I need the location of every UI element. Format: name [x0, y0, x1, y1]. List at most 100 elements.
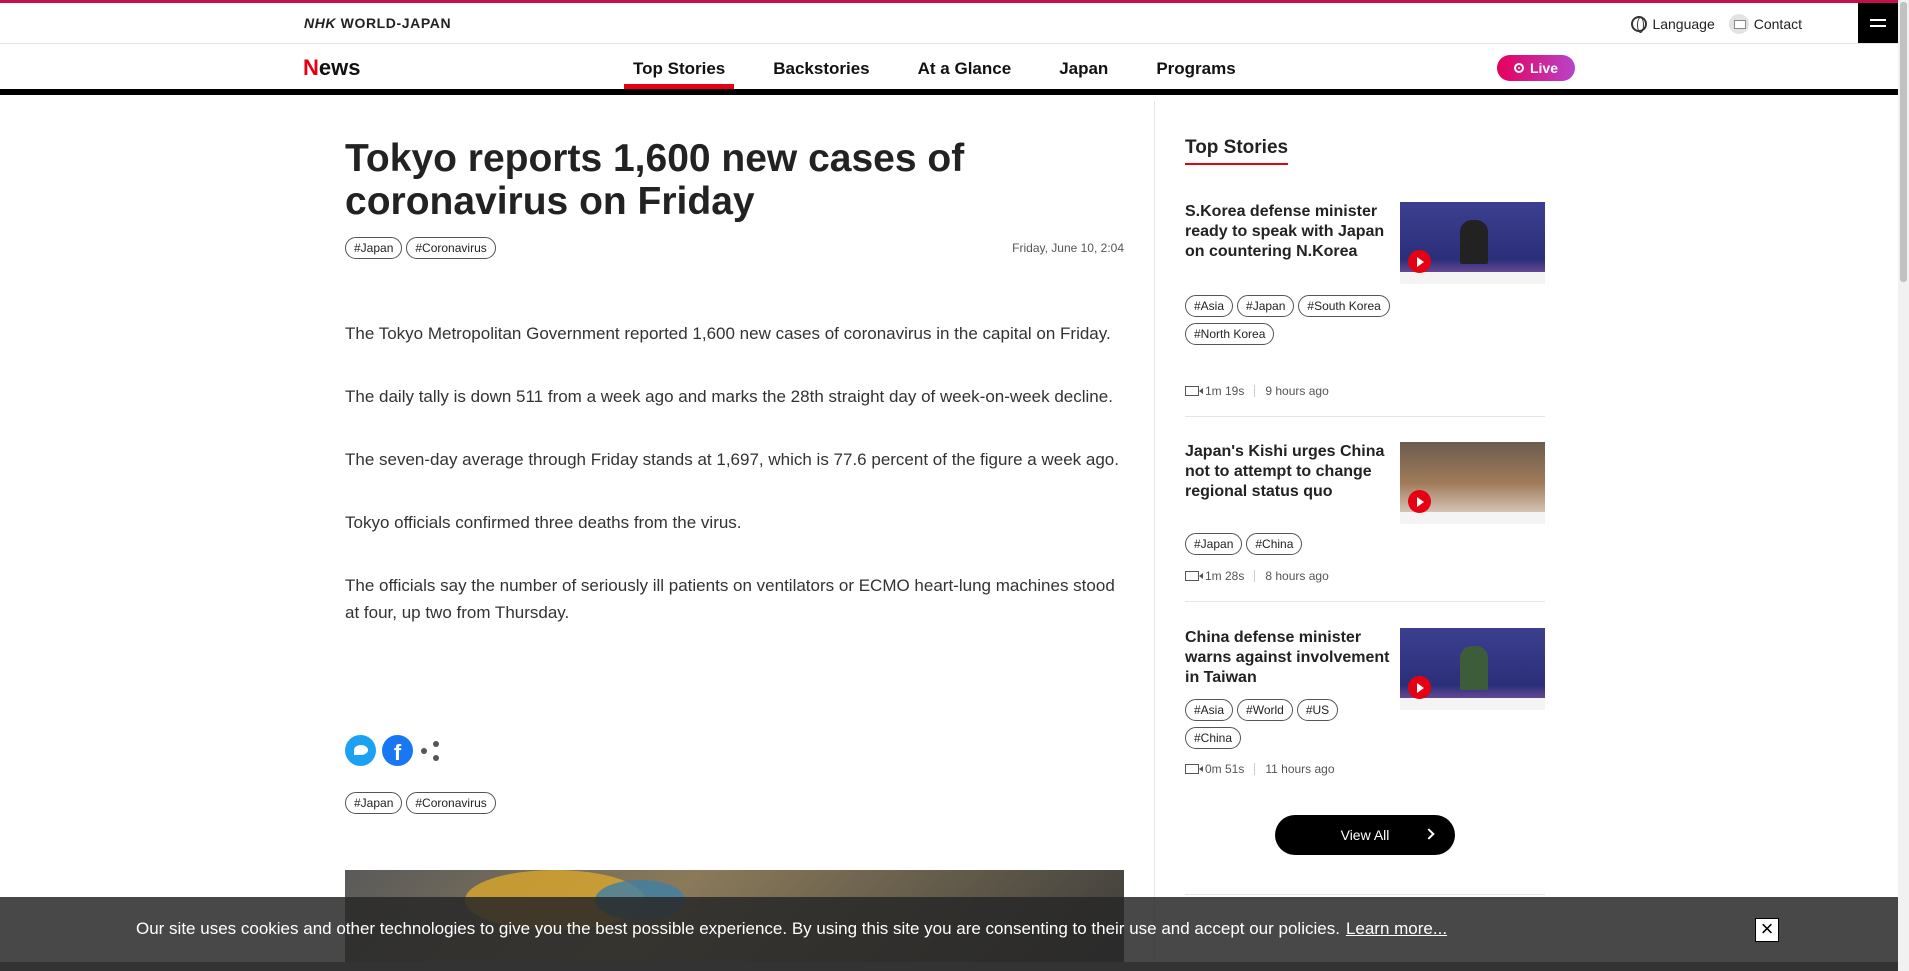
story-thumbnail[interactable]	[1400, 202, 1545, 284]
scrollbar-thumb[interactable]	[1900, 2, 1907, 282]
menu-icon-bar	[1870, 19, 1886, 21]
tag-asia[interactable]: #Asia	[1185, 699, 1234, 721]
contact-link[interactable]: Contact	[1728, 14, 1802, 34]
story-tags: #Asia #Japan #South Korea #North Korea	[1185, 295, 1390, 345]
broadcast-icon	[1513, 63, 1524, 73]
news-logo-n: N	[303, 55, 319, 80]
view-all-button[interactable]: View All	[1275, 815, 1455, 855]
video-icon	[1185, 386, 1203, 396]
close-cookie-button[interactable]: ×	[1755, 918, 1779, 942]
cookie-banner: Our site uses cookies and other technolo…	[0, 897, 1898, 962]
live-label: Live	[1529, 60, 1558, 76]
tag-us[interactable]: #US	[1296, 699, 1339, 721]
story-title[interactable]: S.Korea defense minister ready to speak …	[1185, 202, 1390, 262]
tag-china[interactable]: #China	[1246, 533, 1303, 555]
news-logo-rest: ews	[318, 55, 361, 80]
chevron-right-icon	[1423, 828, 1435, 840]
page-scrollbar[interactable]	[1898, 0, 1909, 971]
cookie-text: Our site uses cookies and other technolo…	[136, 919, 1340, 938]
tag-north-korea[interactable]: #North Korea	[1185, 323, 1275, 345]
learn-more-link[interactable]: Learn more...	[1346, 919, 1447, 938]
story-tags: #Japan #China	[1185, 533, 1390, 555]
page-content: Tokyo reports 1,600 new cases of coronav…	[0, 101, 1898, 971]
video-icon	[1185, 764, 1203, 774]
contact-label: Contact	[1753, 16, 1802, 32]
story-duration: 1m 28s	[1205, 569, 1245, 583]
tag-japan[interactable]: #Japan	[1237, 295, 1295, 317]
nav-tabs: Top Stories Backstories At a Glance Japa…	[624, 45, 1275, 89]
facebook-icon[interactable]: f	[382, 735, 413, 766]
thumbnail-person	[1460, 220, 1488, 264]
video-icon	[1185, 571, 1203, 581]
story-title[interactable]: Japan's Kishi urges China not to attempt…	[1185, 442, 1390, 502]
thumbnail-caption	[1400, 512, 1545, 524]
mail-icon	[1728, 14, 1749, 34]
brand-world-japan: WORLD-JAPAN	[340, 15, 452, 31]
share-buttons: f	[345, 735, 441, 766]
language-label: Language	[1652, 16, 1715, 32]
share-icon[interactable]	[419, 740, 441, 762]
share-icon-dot	[433, 754, 439, 761]
article-tags: #Japan #Coronavirus	[345, 237, 496, 259]
article-paragraph: The Tokyo Metropolitan Government report…	[345, 324, 1111, 343]
nhk-world-logo[interactable]: NHK WORLD-JAPAN	[304, 15, 451, 31]
article-paragraph: The daily tally is down 511 from a week …	[345, 387, 1113, 406]
tab-programs[interactable]: Programs	[1147, 45, 1244, 89]
article-paragraph: The seven-day average through Friday sta…	[345, 450, 1119, 469]
tab-japan[interactable]: Japan	[1050, 45, 1117, 89]
tag-japan[interactable]: #Japan	[1185, 533, 1243, 555]
tag-asia[interactable]: #Asia	[1185, 295, 1234, 317]
share-icon-dot	[421, 747, 427, 754]
tag-coronavirus[interactable]: #Coronavirus	[406, 237, 496, 259]
story-thumbnail[interactable]	[1400, 442, 1545, 524]
story-meta: 1m 28s 8 hours ago	[1185, 569, 1329, 583]
tag-japan[interactable]: #Japan	[345, 792, 403, 814]
play-icon[interactable]	[1408, 490, 1431, 513]
live-button[interactable]: Live	[1497, 55, 1575, 81]
tab-backstories[interactable]: Backstories	[764, 45, 878, 89]
utility-links: Language Contact	[1631, 14, 1802, 34]
article-date: Friday, June 10, 2:04	[1012, 241, 1124, 255]
story-time-ago: 8 hours ago	[1265, 569, 1329, 583]
article-body: The Tokyo Metropolitan Government report…	[345, 320, 1124, 662]
meta-separator	[1254, 385, 1256, 397]
tab-at-a-glance[interactable]: At a Glance	[909, 45, 1021, 89]
tag-coronavirus[interactable]: #Coronavirus	[406, 792, 496, 814]
hamburger-menu-button[interactable]	[1858, 3, 1898, 43]
meta-separator	[1254, 763, 1256, 775]
story-meta: 1m 19s 9 hours ago	[1185, 384, 1329, 398]
column-divider	[1154, 101, 1155, 971]
story-item[interactable]: China defense minister warns against inv…	[1185, 628, 1545, 788]
story-item[interactable]: S.Korea defense minister ready to speak …	[1185, 202, 1545, 417]
bottom-bar	[0, 962, 1898, 971]
language-link[interactable]: Language	[1631, 14, 1715, 34]
thumbnail-person	[1460, 646, 1488, 690]
thumbnail-caption	[1400, 272, 1545, 284]
meta-separator	[1254, 570, 1256, 582]
play-icon[interactable]	[1408, 676, 1431, 699]
play-icon[interactable]	[1408, 250, 1431, 273]
article-headline: Tokyo reports 1,600 new cases of coronav…	[345, 137, 965, 223]
sidebar-divider	[1185, 894, 1545, 895]
cookie-message: Our site uses cookies and other technolo…	[136, 919, 1447, 939]
article-paragraph: The officials say the number of seriousl…	[345, 576, 1115, 622]
news-logo[interactable]: News	[303, 55, 360, 81]
story-time-ago: 9 hours ago	[1265, 384, 1329, 398]
tag-japan[interactable]: #Japan	[345, 237, 403, 259]
utility-bar: NHK WORLD-JAPAN Language Contact	[0, 3, 1898, 44]
tag-china[interactable]: #China	[1185, 727, 1242, 749]
tab-top-stories[interactable]: Top Stories	[624, 45, 735, 89]
story-duration: 1m 19s	[1205, 384, 1245, 398]
share-icon-dot	[433, 740, 439, 747]
tag-south-korea[interactable]: #South Korea	[1298, 295, 1390, 317]
twitter-icon[interactable]	[345, 735, 376, 766]
story-title[interactable]: China defense minister warns against inv…	[1185, 628, 1390, 688]
tag-world[interactable]: #World	[1237, 699, 1293, 721]
story-tags: #Asia #World #US #China	[1185, 699, 1390, 749]
view-all-label: View All	[1340, 827, 1390, 843]
story-thumbnail[interactable]	[1400, 628, 1545, 710]
story-meta: 0m 51s 11 hours ago	[1185, 762, 1335, 776]
story-item[interactable]: Japan's Kishi urges China not to attempt…	[1185, 442, 1545, 602]
article-bottom-tags: #Japan #Coronavirus	[345, 792, 496, 814]
sidebar-title: Top Stories	[1185, 137, 1289, 165]
